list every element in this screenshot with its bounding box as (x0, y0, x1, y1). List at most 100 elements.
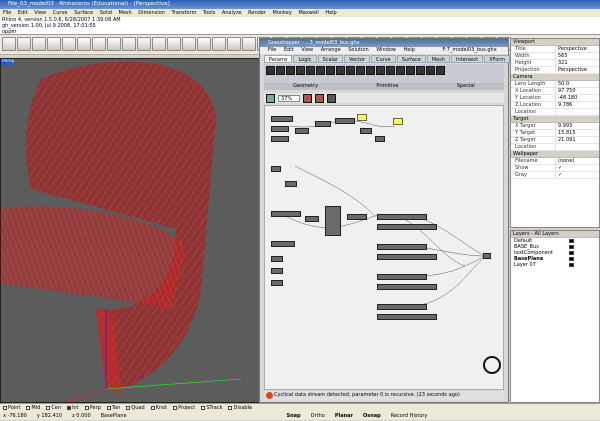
gh-component-icon[interactable] (406, 66, 415, 75)
tab-xform[interactable]: XForm (484, 55, 511, 63)
toolbar-button[interactable] (62, 37, 76, 51)
gh-preview-icon[interactable] (303, 93, 312, 103)
gh-component-icon[interactable] (356, 66, 365, 75)
gh-component-icon[interactable] (426, 66, 435, 75)
toolbar-button[interactable] (47, 37, 61, 51)
gh-component-icon[interactable] (396, 66, 405, 75)
property-row[interactable]: Z Location 9.786 (511, 102, 599, 109)
gh-component[interactable] (335, 118, 355, 124)
property-checkbox[interactable]: ✓ (555, 172, 599, 178)
toolbar-button[interactable] (242, 37, 256, 51)
gh-component[interactable] (271, 268, 283, 274)
menu-file[interactable]: File (3, 10, 11, 16)
gh-component-icon[interactable] (366, 66, 375, 75)
property-value[interactable]: Perspective (555, 67, 599, 73)
property-value[interactable]: 21.091 (555, 137, 599, 143)
gh-component[interactable] (483, 253, 491, 259)
layer-color-swatch[interactable] (569, 257, 574, 261)
gh-component[interactable] (271, 256, 283, 262)
property-value[interactable]: 565 (555, 53, 599, 59)
toolbar-button[interactable] (227, 37, 241, 51)
tab-surface[interactable]: Surface (396, 55, 426, 63)
property-value[interactable]: 97.750 (555, 88, 599, 94)
layer-color-swatch[interactable] (569, 263, 574, 267)
gh-panel[interactable] (393, 118, 403, 125)
menu-solid[interactable]: Solid (100, 10, 112, 16)
property-row[interactable]: Height 321 (511, 60, 599, 67)
property-row[interactable]: Location (511, 144, 599, 151)
menu-dimension[interactable]: Dimension (138, 10, 165, 16)
menu-surface[interactable]: Surface (74, 10, 93, 16)
viewport-label[interactable]: Persp (1, 59, 14, 65)
gh-component-icon[interactable] (436, 66, 445, 75)
property-row[interactable]: Filename (none) (511, 158, 599, 165)
menu-tools[interactable]: Tools (203, 10, 215, 16)
layer-color-swatch[interactable] (569, 251, 574, 255)
checkbox[interactable] (126, 405, 131, 410)
tab-params[interactable]: Params (264, 55, 293, 63)
checkbox[interactable] (46, 405, 51, 410)
layer-color-swatch[interactable] (569, 239, 574, 243)
gh-component[interactable] (271, 280, 283, 286)
property-row[interactable]: Y Location -48.180 (511, 95, 599, 102)
osnap-strack[interactable]: STrack (201, 404, 222, 412)
gh-component-icon[interactable] (336, 66, 345, 75)
gh-open-icon[interactable] (266, 93, 275, 103)
category-geometry[interactable]: Geometry (293, 83, 318, 90)
checkbox[interactable] (173, 405, 178, 410)
osnap-cen[interactable]: Cen (46, 404, 61, 412)
gh-component[interactable] (377, 284, 437, 290)
property-value[interactable]: Perspective (555, 46, 599, 52)
checkbox[interactable] (26, 405, 31, 410)
toolbar-button[interactable] (77, 37, 91, 51)
tab-vector[interactable]: Vector (344, 55, 370, 63)
gh-component[interactable] (377, 224, 437, 230)
checkbox-checked[interactable] (67, 405, 72, 410)
gh-bake-icon[interactable] (327, 93, 336, 103)
command-history[interactable]: Rhino 4, version 1.5.0.6, 6/28/2007 1:39… (0, 17, 600, 35)
tab-logic[interactable]: Logic (293, 55, 317, 63)
toolbar-button[interactable] (137, 37, 151, 51)
gh-component-icon[interactable] (346, 66, 355, 75)
gh-component[interactable] (377, 314, 437, 320)
property-row[interactable]: Projection Perspective (511, 67, 599, 74)
gh-component-icon[interactable] (376, 66, 385, 75)
tab-scalar[interactable]: Scalar (317, 55, 344, 63)
gh-panel[interactable] (357, 114, 367, 121)
menu-render[interactable]: Render (248, 10, 266, 16)
osnap-perp[interactable]: Perp (84, 404, 101, 412)
gh-canvas[interactable] (264, 105, 504, 390)
menu-curve[interactable]: Curve (53, 10, 68, 16)
gh-component-icon[interactable] (386, 66, 395, 75)
osnap-mid[interactable]: Mid (26, 404, 40, 412)
gh-component-icon[interactable] (296, 66, 305, 75)
gh-component[interactable] (285, 181, 297, 187)
tab-mesh[interactable]: Mesh (426, 55, 450, 63)
menu-help[interactable]: Help (325, 10, 336, 16)
zoom-box[interactable]: 37% (278, 94, 300, 102)
category-primitive[interactable]: Primitive (376, 83, 398, 90)
gh-component[interactable] (271, 136, 289, 142)
gh-component[interactable] (271, 211, 301, 217)
menu-monkey[interactable]: Monkey (273, 10, 292, 16)
category-special[interactable]: Special (457, 83, 475, 90)
tab-intersect[interactable]: Intersect (450, 55, 484, 63)
gh-component-icon[interactable] (286, 66, 295, 75)
checkbox[interactable] (150, 405, 155, 410)
toolbar-button[interactable] (32, 37, 46, 51)
osnap-int[interactable]: Int (67, 404, 79, 412)
property-row[interactable]: Width 565 (511, 53, 599, 60)
toolbar-button[interactable] (107, 37, 121, 51)
gh-component[interactable] (305, 216, 319, 222)
gh-component[interactable] (377, 304, 427, 310)
gh-component[interactable] (271, 126, 289, 132)
property-row[interactable]: Title Perspective (511, 46, 599, 53)
gh-component-icon[interactable] (276, 66, 285, 75)
checkbox[interactable] (3, 405, 7, 410)
gh-component[interactable] (377, 214, 427, 220)
osnap-quad[interactable]: Quad (126, 404, 145, 412)
osnap-tan[interactable]: Tan (106, 404, 120, 412)
property-value[interactable]: 321 (555, 60, 599, 66)
gh-component[interactable] (377, 244, 427, 250)
gh-component[interactable] (377, 274, 427, 280)
